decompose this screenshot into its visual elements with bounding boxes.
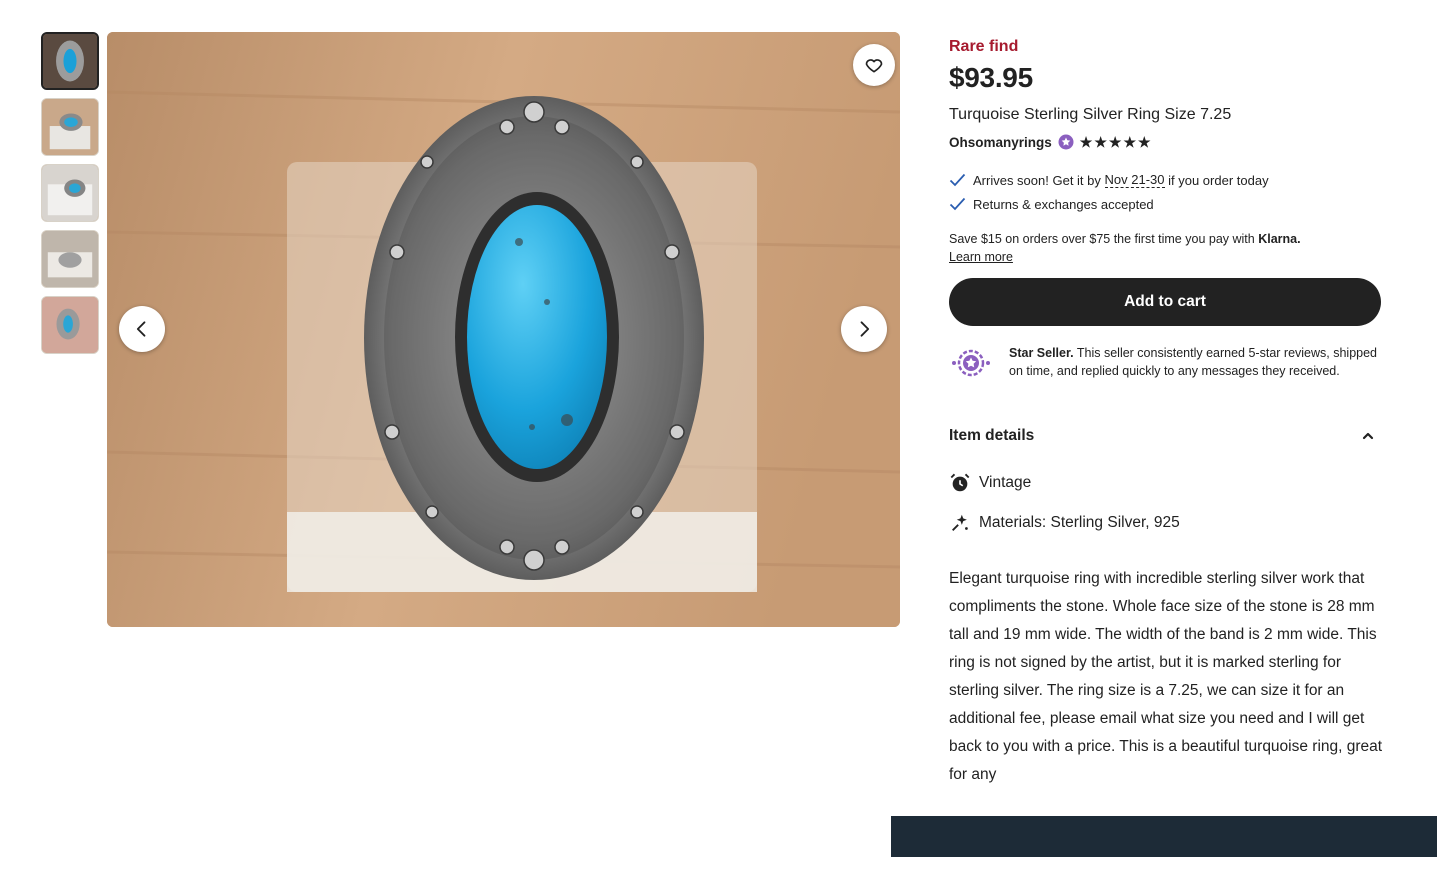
main-product-image: [107, 32, 900, 627]
previous-image-button[interactable]: [119, 306, 165, 352]
item-description: Elegant turquoise ring with incredible s…: [949, 570, 1383, 783]
thumbnail-strip: [41, 32, 101, 362]
delivery-dates[interactable]: Nov 21-30: [1104, 172, 1165, 188]
detail-materials: Materials: Sterling Silver, 925: [949, 513, 1381, 533]
chevron-left-icon: [136, 321, 146, 337]
thumbnail-3[interactable]: [41, 164, 99, 222]
star-seller-notice: Star Seller. This seller consistently ea…: [949, 344, 1381, 383]
seller-name-link[interactable]: Ohsomanyrings: [949, 135, 1052, 150]
star-seller-badge-icon: [1058, 134, 1074, 150]
rare-find-badge: Rare find: [949, 38, 1019, 55]
listing-panel: Rare find $93.95 Turquoise Sterling Silv…: [949, 36, 1383, 789]
seller-row: Ohsomanyrings ★ ★ ★ ★ ★: [949, 134, 1381, 150]
thumbnail-4[interactable]: [41, 230, 99, 288]
klarna-promo: Save $15 on orders over $75 the first ti…: [949, 230, 1381, 266]
next-image-button[interactable]: [841, 306, 887, 352]
thumbnail-1[interactable]: [41, 32, 99, 90]
alarm-clock-icon: [950, 473, 970, 492]
rating-stars[interactable]: ★ ★ ★ ★ ★: [1080, 135, 1151, 149]
vintage-label: Vintage: [979, 474, 1032, 491]
listing-title: Turquoise Sterling Silver Ring Size 7.25: [949, 106, 1232, 123]
chevron-up-icon: [1362, 432, 1374, 440]
price: $93.95: [949, 62, 1033, 93]
shipping-prefix: Arrives soon! Get it by: [973, 172, 1101, 188]
learn-more-link[interactable]: Learn more: [949, 248, 1381, 266]
star-icon: ★: [1079, 134, 1093, 150]
favorite-button[interactable]: [853, 44, 895, 86]
add-to-cart-button[interactable]: Add to cart: [949, 278, 1381, 326]
returns-text: Returns & exchanges accepted: [973, 196, 1154, 212]
thumbnail-5[interactable]: [41, 296, 99, 354]
klarna-brand: Klarna.: [1258, 232, 1301, 246]
klarna-text: Save $15 on orders over $75 the first ti…: [949, 232, 1255, 246]
perks-list: Arrives soon! Get it by Nov 21-30 if you…: [949, 168, 1381, 216]
shipping-suffix: if you order today: [1168, 172, 1269, 188]
product-photo: [107, 32, 900, 627]
star-icon: ★: [1123, 134, 1137, 150]
heart-outline-icon: [865, 59, 883, 73]
returns-perk: Returns & exchanges accepted: [949, 192, 1381, 216]
sparkle-icon: [952, 514, 968, 531]
chevron-right-icon: [860, 321, 870, 337]
checkmark-icon: [949, 173, 966, 187]
star-icon: ★: [1138, 134, 1151, 150]
thumbnail-2[interactable]: [41, 98, 99, 156]
bottom-banner: [891, 816, 1437, 857]
item-details-toggle[interactable]: Item details: [949, 427, 1381, 445]
detail-vintage: Vintage: [949, 473, 1381, 493]
materials-label: Materials: Sterling Silver, 925: [979, 514, 1180, 531]
star-seller-icon: [952, 349, 990, 377]
checkmark-icon: [949, 197, 966, 211]
star-icon: ★: [1108, 134, 1122, 150]
item-details-heading: Item details: [949, 427, 1035, 444]
star-icon: ★: [1094, 134, 1107, 150]
shipping-perk: Arrives soon! Get it by Nov 21-30 if you…: [949, 168, 1381, 192]
star-seller-title: Star Seller.: [1009, 346, 1074, 360]
